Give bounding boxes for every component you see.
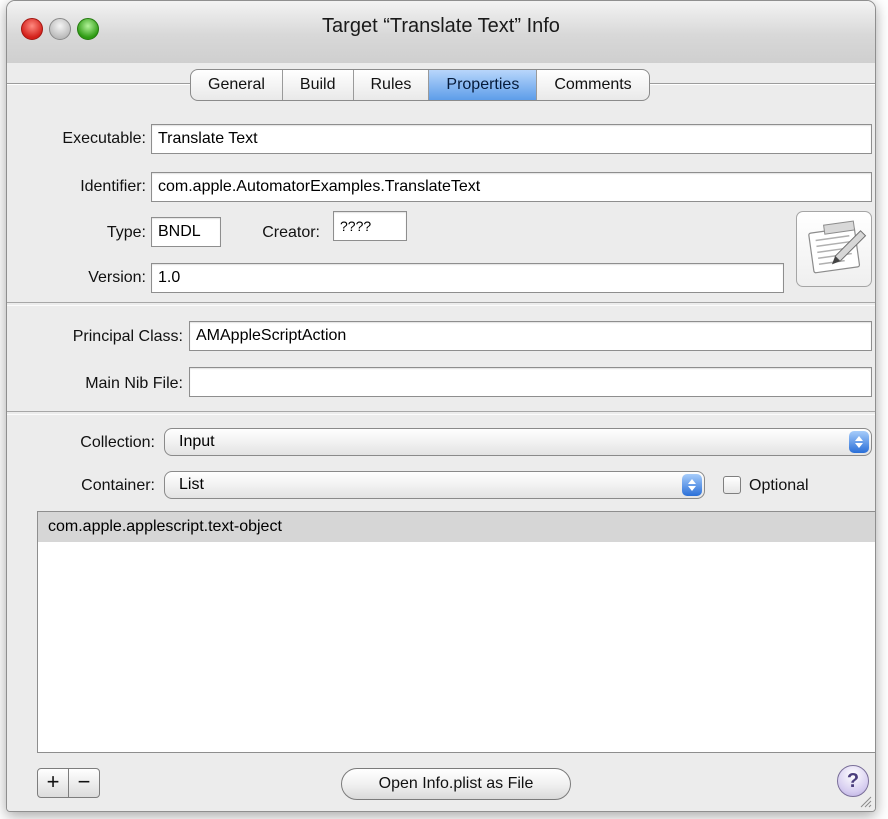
list-item[interactable]: com.apple.applescript.text-object [38, 512, 875, 542]
tab-comments[interactable]: Comments [537, 70, 648, 100]
optional-label[interactable]: Optional [749, 477, 809, 495]
identifier-field[interactable]: com.apple.AutomatorExamples.TranslateTex… [151, 172, 872, 202]
popup-arrows-icon [849, 431, 869, 453]
help-button[interactable]: ? [837, 765, 869, 797]
executable-label: Executable: [62, 130, 146, 147]
creator-label: Creator: [262, 224, 320, 241]
tab-build[interactable]: Build [283, 70, 354, 100]
tab-general[interactable]: General [191, 70, 283, 100]
tab-bar: General Build Rules Properties Comments [190, 69, 650, 101]
collection-popup[interactable]: Input [164, 428, 872, 456]
main-nib-file-field[interactable] [189, 367, 872, 397]
remove-item-button[interactable]: − [68, 768, 100, 798]
creator-field[interactable]: ???? [333, 211, 407, 241]
type-list[interactable]: com.apple.applescript.text-object [37, 511, 875, 753]
tab-properties[interactable]: Properties [429, 70, 538, 100]
info-window: Target “Translate Text” Info General Bui… [6, 0, 876, 812]
popup-arrows-icon [682, 474, 702, 496]
optional-checkbox[interactable] [723, 476, 741, 494]
container-label: Container: [81, 477, 155, 494]
main-nib-file-label: Main Nib File: [85, 375, 183, 392]
version-field[interactable]: 1.0 [151, 263, 784, 293]
bundle-icon-well[interactable] [796, 211, 872, 287]
container-popup-value: List [179, 476, 204, 493]
section-divider-2 [7, 411, 875, 415]
tab-rules[interactable]: Rules [354, 70, 430, 100]
principal-class-field[interactable]: AMAppleScriptAction [189, 321, 872, 351]
container-popup[interactable]: List [164, 471, 705, 499]
version-label: Version: [88, 269, 146, 286]
principal-class-label: Principal Class: [72, 328, 183, 345]
title-bar[interactable]: Target “Translate Text” Info [7, 1, 875, 63]
bundle-document-icon [808, 220, 867, 274]
open-info-plist-button[interactable]: Open Info.plist as File [341, 768, 571, 800]
executable-field[interactable]: Translate Text [151, 124, 872, 154]
type-field[interactable]: BNDL [151, 217, 221, 247]
collection-popup-value: Input [179, 433, 215, 450]
add-item-button[interactable]: + [37, 768, 69, 798]
window-title: Target “Translate Text” Info [322, 15, 560, 37]
section-divider-1 [7, 302, 875, 306]
resize-grip-icon[interactable] [858, 794, 872, 808]
identifier-label: Identifier: [80, 178, 146, 195]
type-label: Type: [106, 224, 146, 241]
collection-label: Collection: [80, 434, 155, 451]
